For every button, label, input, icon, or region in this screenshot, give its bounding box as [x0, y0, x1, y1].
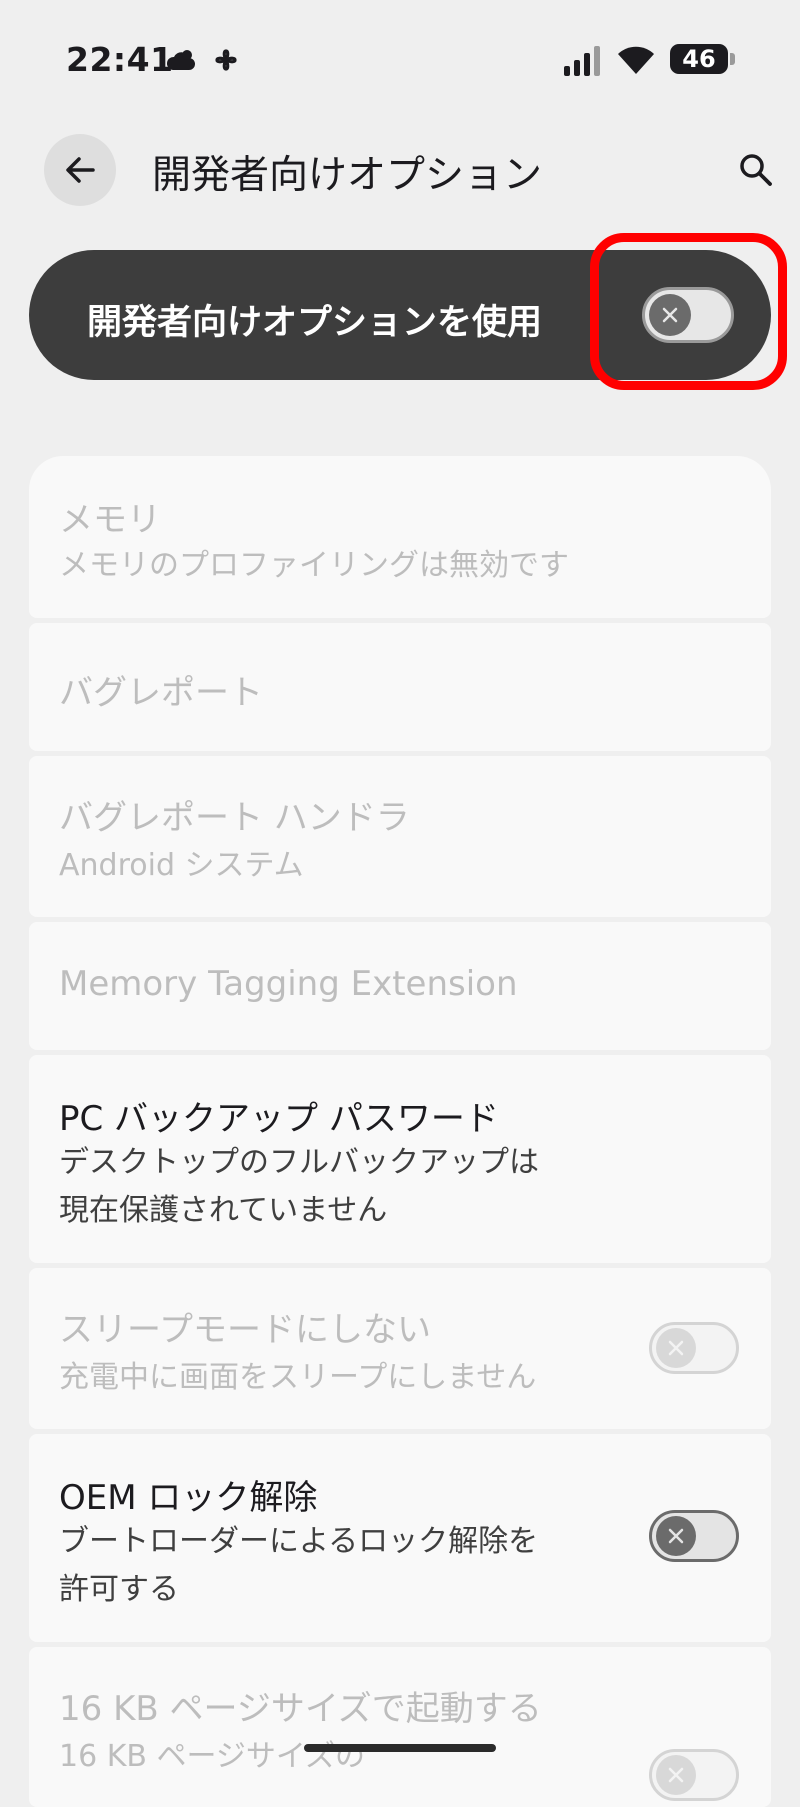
setting-title: メモリ: [59, 500, 161, 540]
setting-subtitle-line2: 現在保護されていません: [59, 1193, 388, 1228]
stay-awake-toggle[interactable]: [649, 1322, 739, 1374]
arrow-left-icon: [66, 157, 95, 183]
setting-subtitle: メモリのプロファイリングは無効です: [59, 548, 569, 583]
close-icon: [668, 1767, 684, 1783]
setting-subtitle: Android システム: [59, 848, 304, 883]
setting-title: PC バックアップ パスワード: [59, 1099, 499, 1139]
setting-title: バグレポート: [59, 673, 263, 713]
setting-memory-tagging-extension[interactable]: Memory Tagging Extension: [29, 922, 771, 1050]
setting-subtitle-line1: デスクトップのフルバックアップは: [59, 1145, 539, 1180]
pinwheel-icon: [215, 49, 237, 71]
toggle-knob: [656, 1516, 696, 1556]
setting-subtitle: 16 KB ページサイズの: [59, 1739, 365, 1774]
setting-bug-report[interactable]: バグレポート: [29, 623, 771, 751]
setting-title: OEM ロック解除: [59, 1478, 318, 1518]
back-button[interactable]: [44, 134, 116, 206]
toggle-knob: [656, 1328, 696, 1368]
16kb-page-size-toggle[interactable]: [649, 1749, 739, 1801]
battery-tip: [730, 53, 735, 65]
setting-stay-awake[interactable]: スリープモードにしない 充電中に画面をスリープにしません: [29, 1268, 771, 1429]
setting-memory[interactable]: メモリ メモリのプロファイリングは無効です: [29, 456, 771, 618]
setting-title: Memory Tagging Extension: [59, 964, 518, 1004]
status-time: 22:41: [66, 40, 174, 79]
battery-indicator: 46: [670, 44, 728, 74]
setting-pc-backup-password[interactable]: PC バックアップ パスワード デスクトップのフルバックアップは 現在保護されて…: [29, 1055, 771, 1263]
close-icon: [668, 1340, 684, 1356]
home-indicator[interactable]: [304, 1744, 496, 1752]
master-switch-label: 開発者向けオプションを使用: [87, 303, 543, 343]
toggle-knob: [656, 1755, 696, 1795]
setting-title: スリープモードにしない: [59, 1310, 431, 1350]
oem-unlock-toggle[interactable]: [649, 1510, 739, 1562]
setting-subtitle: 充電中に画面をスリープにしません: [59, 1360, 537, 1395]
setting-subtitle-line1: ブートローダーによるロック解除を: [59, 1524, 539, 1559]
highlight-box: [590, 233, 787, 390]
search-icon: [740, 154, 772, 186]
setting-title: バグレポート ハンドラ: [59, 798, 410, 838]
setting-bug-report-handler[interactable]: バグレポート ハンドラ Android システム: [29, 756, 771, 917]
close-icon: [668, 1528, 684, 1544]
cloud-icon: [166, 50, 195, 70]
search-button[interactable]: [732, 146, 780, 194]
page-title: 開発者向けオプション: [152, 153, 543, 198]
setting-subtitle-line2: 許可する: [59, 1572, 179, 1607]
setting-16kb-page-size[interactable]: 16 KB ページサイズで起動する 16 KB ページサイズの: [29, 1647, 771, 1807]
wifi-icon: [618, 46, 654, 74]
setting-oem-unlock[interactable]: OEM ロック解除 ブートローダーによるロック解除を 許可する: [29, 1434, 771, 1642]
status-bar: 22:41 46: [0, 0, 800, 120]
setting-title: 16 KB ページサイズで起動する: [59, 1689, 542, 1729]
signal-icon: [564, 46, 600, 76]
